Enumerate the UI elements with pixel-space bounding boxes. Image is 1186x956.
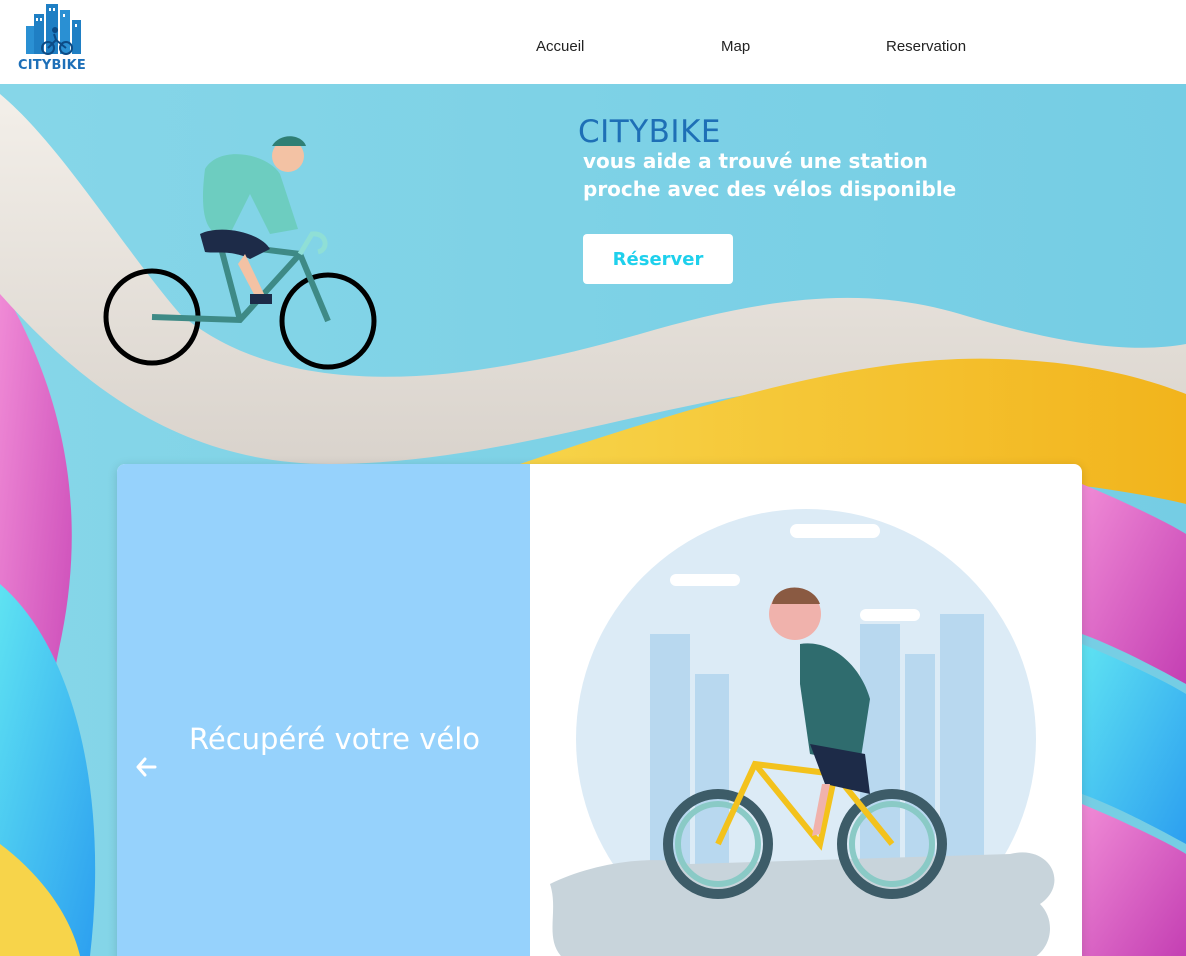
- carousel-image: [530, 464, 1082, 956]
- city-bike-logo-icon: [26, 4, 81, 55]
- hero-subtitle: vous aide a trouvé une station proche av…: [583, 149, 957, 201]
- boy-cycling-illustration: [550, 509, 1055, 956]
- top-navbar: CITYBIKE Accueil Map Reservation: [0, 0, 1186, 84]
- logo-text: CITYBIKE: [18, 58, 86, 73]
- hero-title: CITYBIKE: [578, 114, 721, 150]
- nav-reservation[interactable]: Reservation: [886, 38, 966, 55]
- carousel-caption: Récupéré votre vélo: [189, 722, 481, 756]
- arrow-left-icon[interactable]: [135, 756, 159, 780]
- carousel-card: Récupéré votre vélo: [117, 464, 1082, 956]
- nav-map[interactable]: Map: [721, 38, 750, 55]
- reserve-button[interactable]: Réserver: [583, 234, 733, 284]
- nav-accueil[interactable]: Accueil: [536, 38, 584, 55]
- carousel-text-panel: Récupéré votre vélo: [117, 464, 530, 956]
- hero-section: CITYBIKE vous aide a trouvé une station …: [0, 84, 1186, 956]
